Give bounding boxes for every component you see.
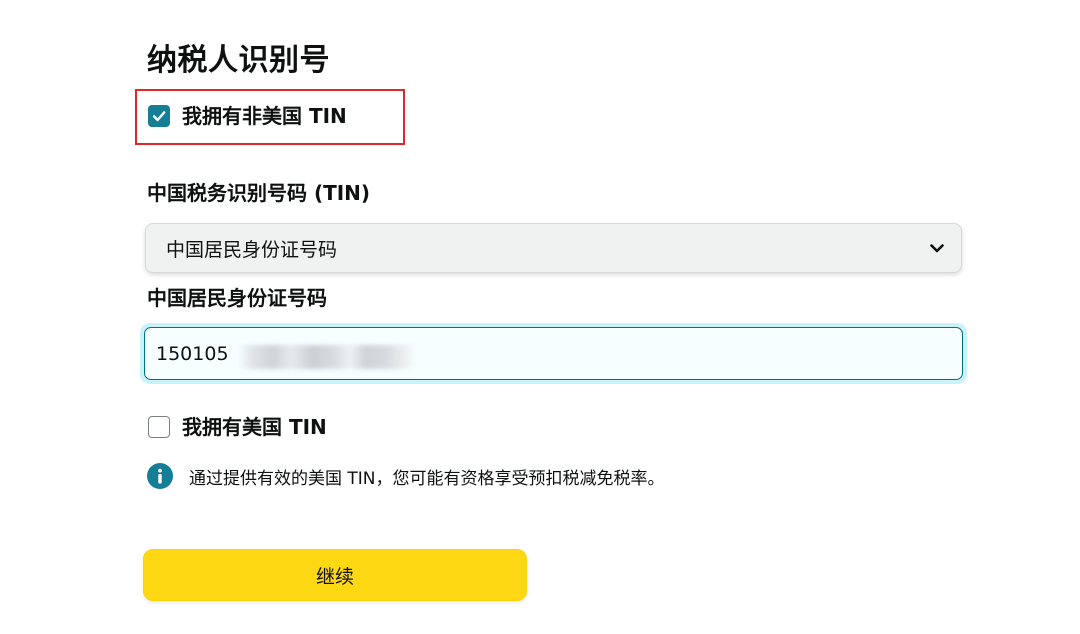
non-us-tin-label: 我拥有非美国 TIN [182,104,347,128]
tin-type-selected-value: 中国居民身份证号码 [166,238,338,261]
tin-type-label: 中国税务识别号码 (TIN) [147,181,371,205]
tin-type-select[interactable]: 中国居民身份证号码 [145,223,962,273]
page-title: 纳税人识别号 [147,43,330,78]
info-text: 通过提供有效的美国 TIN，您可能有资格享受预扣税减免税率。 [189,468,665,489]
us-tin-checkbox-row[interactable]: 我拥有美国 TIN [148,413,327,441]
continue-button[interactable]: 继续 [143,549,527,601]
info-icon [147,463,173,489]
us-tin-label: 我拥有美国 TIN [182,415,327,439]
non-us-tin-checkbox-row[interactable]: 我拥有非美国 TIN [148,102,347,130]
info-row: 通过提供有效的美国 TIN，您可能有资格享受预扣税减免税率。 [147,462,665,490]
redaction-blur [238,345,416,369]
checkmark-icon [152,111,166,122]
chevron-down-icon [930,244,944,253]
non-us-tin-checkbox[interactable] [148,105,170,127]
id-number-label: 中国居民身份证号码 [147,286,327,310]
us-tin-checkbox[interactable] [148,416,170,438]
